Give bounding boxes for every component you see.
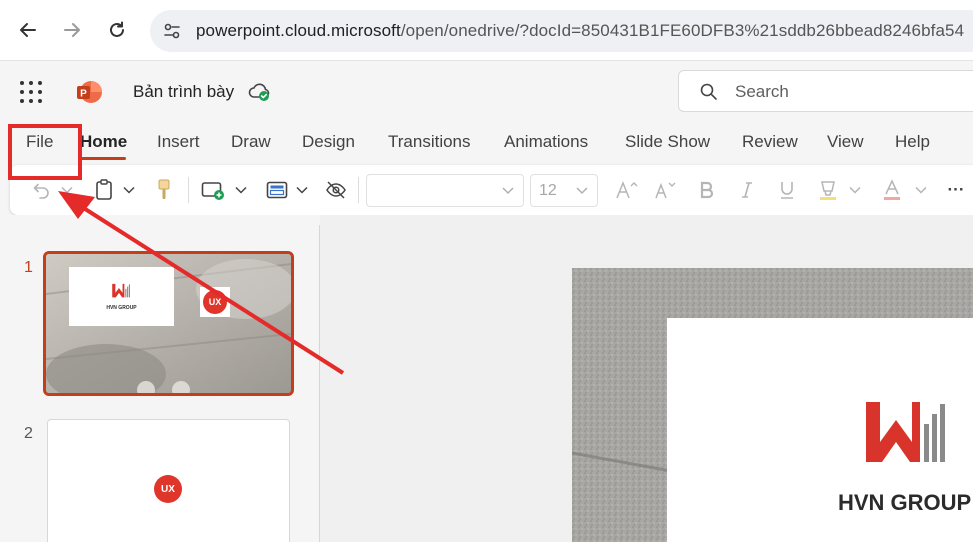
tab-slide-show[interactable]: Slide Show — [625, 132, 710, 152]
reload-icon — [110, 21, 124, 37]
back-button[interactable] — [12, 14, 44, 46]
slide-1-logo-card: HVN GROUP — [69, 267, 174, 326]
url-path: /open/onedrive/?docId=850431B1FE60DFB3%2… — [400, 21, 965, 40]
tab-design[interactable]: Design — [302, 132, 355, 152]
toolbar-separator — [188, 177, 189, 203]
more-options-button[interactable]: ··· — [942, 177, 970, 203]
slide-1-badge: UX — [200, 287, 230, 317]
tab-transitions[interactable]: Transitions — [388, 132, 471, 152]
chevron-down-icon — [502, 187, 514, 195]
clipboard-icon — [96, 179, 112, 200]
bold-button[interactable] — [696, 177, 718, 203]
powerpoint-web-window: powerpoint.cloud.microsoft/open/onedrive… — [0, 0, 973, 542]
chevron-down-icon — [123, 186, 135, 194]
hvn-logo-icon — [112, 283, 130, 298]
tab-insert[interactable]: Insert — [157, 132, 200, 152]
font-color-button[interactable] — [880, 177, 904, 203]
font-color-dropdown[interactable] — [912, 177, 930, 203]
undo-icon — [33, 183, 49, 199]
decrease-font-icon — [655, 182, 676, 199]
site-settings-icon[interactable] — [162, 21, 182, 41]
tab-draw[interactable]: Draw — [231, 132, 271, 152]
svg-text:P: P — [80, 89, 87, 100]
chevron-down-icon — [296, 186, 308, 194]
ux-badge-icon: UX — [203, 290, 227, 314]
main-slide-logo-text: HVN GROUP — [838, 490, 972, 515]
undo-dropdown[interactable] — [58, 177, 76, 203]
hvn-logo-icon — [866, 402, 945, 462]
address-bar[interactable]: powerpoint.cloud.microsoft/open/onedrive… — [150, 10, 973, 52]
chevron-down-icon — [576, 187, 588, 195]
font-name-combobox[interactable] — [366, 174, 524, 207]
app-header: P Bản trình bày Search — [0, 61, 973, 121]
annotation-highlight-box — [8, 124, 82, 180]
highlighter-icon — [820, 181, 836, 200]
highlight-dropdown[interactable] — [846, 177, 864, 203]
ribbon-tabs: File Home Insert Draw Design Transitions… — [0, 121, 973, 163]
new-slide-dropdown[interactable] — [232, 177, 250, 203]
italic-icon — [742, 182, 752, 198]
search-input[interactable]: Search — [678, 70, 973, 112]
underline-button[interactable] — [776, 177, 798, 203]
paste-button[interactable] — [92, 177, 116, 203]
underline-icon — [781, 182, 793, 199]
layout-icon — [266, 181, 288, 199]
increase-font-button[interactable] — [614, 177, 640, 203]
tab-animations[interactable]: Animations — [504, 132, 588, 152]
back-arrow-icon — [20, 23, 36, 37]
layout-dropdown[interactable] — [293, 177, 311, 203]
cloud-saved-icon[interactable] — [248, 81, 272, 103]
paste-dropdown[interactable] — [120, 177, 138, 203]
italic-button[interactable] — [736, 177, 758, 203]
active-tab-indicator — [80, 157, 126, 160]
forward-arrow-icon — [64, 23, 80, 37]
search-placeholder: Search — [735, 82, 789, 101]
browser-toolbar: powerpoint.cloud.microsoft/open/onedrive… — [0, 0, 973, 61]
slide-thumbnail-1[interactable]: HVN GROUP UX — [43, 251, 294, 396]
increase-font-icon — [616, 180, 638, 199]
format-painter-button[interactable] — [152, 177, 176, 203]
tab-view[interactable]: View — [827, 132, 864, 152]
chevron-down-icon — [849, 186, 861, 194]
search-icon — [700, 83, 717, 100]
format-painter-icon — [158, 179, 170, 199]
slide-number-2: 2 — [24, 425, 33, 442]
decrease-font-button[interactable] — [653, 177, 679, 203]
slide-thumbnail-2[interactable]: UX — [47, 419, 290, 542]
undo-button[interactable] — [28, 177, 54, 203]
powerpoint-logo-icon: P — [77, 81, 102, 103]
url-text: powerpoint.cloud.microsoft/open/onedrive… — [196, 21, 964, 41]
tab-help[interactable]: Help — [895, 132, 930, 152]
font-color-icon — [884, 179, 900, 200]
highlight-button[interactable] — [815, 177, 841, 203]
slide-1-logo-text: HVN GROUP — [106, 305, 137, 311]
toolbar-separator — [358, 177, 359, 203]
forward-button[interactable] — [56, 14, 88, 46]
document-title[interactable]: Bản trình bày — [133, 82, 234, 102]
tab-home[interactable]: Home — [80, 132, 127, 152]
chevron-down-icon — [915, 186, 927, 194]
font-size-value: 12 — [539, 182, 557, 199]
new-slide-button[interactable] — [200, 177, 226, 203]
chevron-down-icon — [61, 186, 73, 194]
ux-badge-icon: UX — [154, 475, 182, 503]
url-host: powerpoint.cloud.microsoft — [196, 21, 401, 40]
font-size-combobox[interactable]: 12 — [530, 174, 598, 207]
app-launcher-icon[interactable] — [20, 81, 42, 103]
tab-review[interactable]: Review — [742, 132, 798, 152]
slide-number-1: 1 — [24, 259, 33, 276]
hide-slide-button[interactable] — [323, 177, 349, 203]
bold-icon — [700, 181, 714, 199]
eye-off-icon — [326, 181, 346, 199]
layout-button[interactable] — [264, 177, 290, 203]
new-slide-icon — [201, 182, 224, 200]
chevron-down-icon — [235, 186, 247, 194]
reload-button[interactable] — [101, 14, 133, 46]
ribbon-toolbar: 12 ··· — [10, 165, 973, 215]
